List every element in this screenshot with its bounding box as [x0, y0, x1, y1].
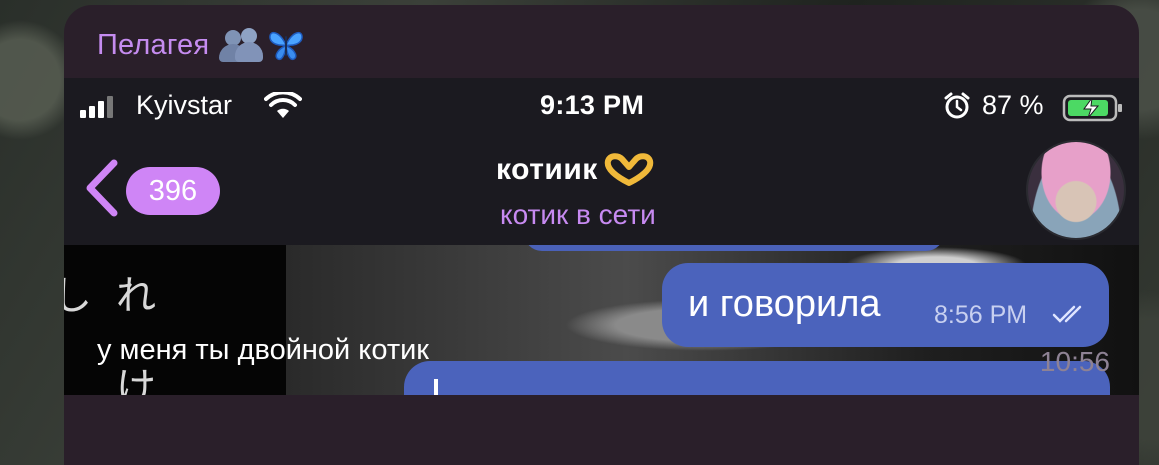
carrier-name: Kyivstar	[136, 90, 233, 120]
wallpaper-photo-left: れ け し	[64, 245, 286, 395]
wifi-icon	[264, 92, 302, 118]
forwarded-message-bubble[interactable]: Пелагея Kyivstar 9:13 PM 87 % 396 котиик…	[64, 5, 1139, 465]
unread-count-badge[interactable]: 396	[126, 167, 220, 215]
people-hugging-icon	[219, 28, 264, 62]
contact-name-row[interactable]: котиик	[496, 153, 656, 187]
next-message-bubble[interactable]	[404, 361, 1110, 395]
status-clock: 9:13 PM	[540, 90, 645, 120]
sender-name[interactable]: Пелагея	[97, 29, 209, 62]
message-timestamp: 10:56	[1039, 346, 1110, 377]
contact-online-status: котик в сети	[500, 199, 656, 230]
battery-percent: 87 %	[982, 90, 1044, 120]
double-check-icon	[1052, 305, 1082, 323]
sender-emoji-group	[219, 28, 305, 62]
battery-charging-icon	[1062, 94, 1122, 122]
phone-status-bar: Kyivstar 9:13 PM 87 %	[64, 78, 1139, 133]
chat-area: れ け し A и говорила 8:56 PM	[64, 245, 1139, 395]
alarm-icon	[944, 92, 970, 119]
message-time: 8:56 PM	[934, 301, 1028, 329]
back-chevron-icon[interactable]	[84, 159, 120, 217]
message-caption: у меня ты двойной котик	[97, 334, 429, 366]
contact-avatar[interactable]	[1026, 140, 1126, 240]
message-text: и говорила	[688, 283, 881, 325]
chat-header: 396 котиик котик в сети	[64, 133, 1139, 246]
heart-hands-icon	[604, 153, 653, 186]
butterfly-icon	[269, 31, 303, 61]
signal-icon	[80, 94, 113, 118]
previous-message-bubble[interactable]	[524, 245, 944, 251]
outgoing-message[interactable]: и говорила 8:56 PM	[662, 263, 1109, 347]
sender-name-row[interactable]: Пелагея	[97, 25, 305, 65]
contact-name[interactable]: котиик	[496, 153, 598, 187]
